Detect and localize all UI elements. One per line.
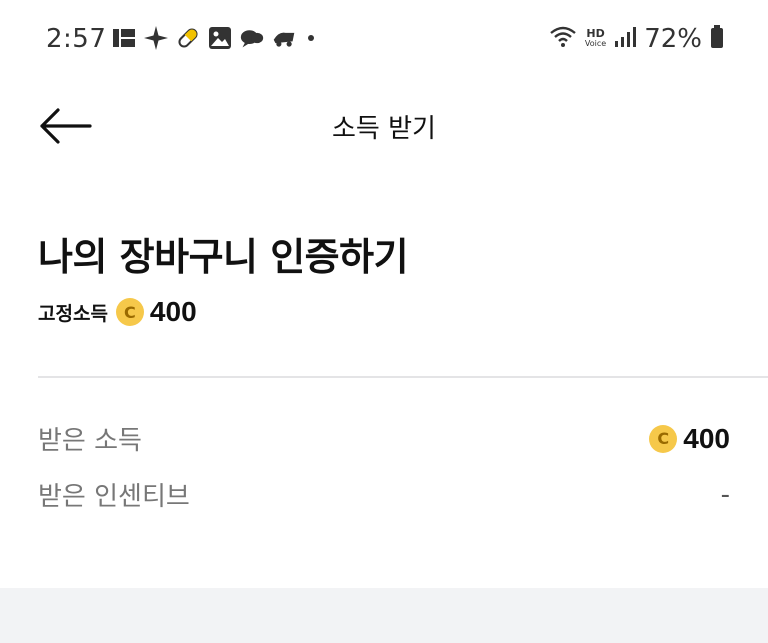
received-incentive-row: 받은 인센티브 - <box>38 476 730 513</box>
voice-label: Voice <box>584 39 607 48</box>
notification-icons <box>112 26 318 50</box>
divider <box>38 376 768 378</box>
more-notifications-icon <box>304 26 318 50</box>
received-income-amount: 400 <box>683 422 730 454</box>
fixed-income: 고정소득 C 400 <box>38 296 197 328</box>
status-time: 2:57 <box>46 24 107 54</box>
received-income-label: 받은 소득 <box>38 426 142 456</box>
received-incentive-label: 받은 인센티브 <box>38 482 190 512</box>
system-status: HD Voice 72% <box>549 24 724 54</box>
hd-voice-indicator: HD Voice <box>584 28 607 49</box>
section-separator <box>0 588 768 643</box>
received-incentive-value: - <box>720 479 730 510</box>
wifi-icon <box>549 25 577 53</box>
sparkle-icon <box>144 26 168 50</box>
mission-title: 나의 장바구니 인증하기 <box>38 235 409 279</box>
battery-icon <box>710 25 724 53</box>
battery-percent: 72% <box>644 24 702 54</box>
fixed-income-amount: 400 <box>149 296 197 327</box>
coin-icon: C <box>649 424 678 453</box>
received-income-row: 받은 소득 C 400 <box>38 420 730 457</box>
status-bar: 2:57 HD Voice 72% <box>0 0 768 80</box>
fixed-income-label: 고정소득 <box>38 302 108 325</box>
news-icon <box>112 26 136 50</box>
coin-icon: C <box>115 298 144 326</box>
chat-bubbles-icon <box>240 26 264 50</box>
gallery-icon <box>208 26 232 50</box>
delivery-icon <box>272 26 296 50</box>
pill-icon <box>176 26 200 50</box>
received-income-value: C 400 <box>649 423 730 455</box>
signal-icon <box>614 26 637 52</box>
page-title: 소득 받기 <box>332 114 436 144</box>
